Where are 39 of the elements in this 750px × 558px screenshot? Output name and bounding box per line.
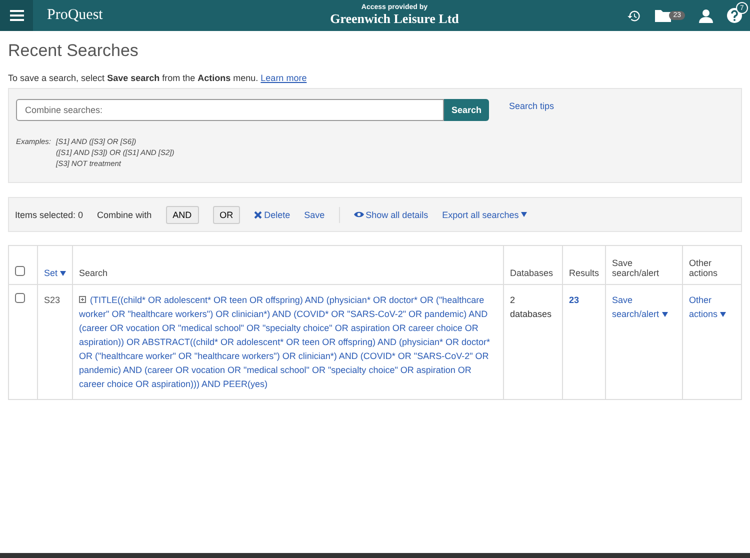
results-link[interactable]: 23 bbox=[568, 295, 579, 305]
learn-more-link[interactable]: Learn more bbox=[260, 73, 307, 83]
export-link[interactable]: Export all searches bbox=[442, 210, 527, 220]
databases-text: 2 databases bbox=[510, 295, 552, 319]
column-header: Results bbox=[568, 268, 599, 278]
checkbox[interactable] bbox=[15, 266, 25, 276]
logo[interactable]: ProQuest bbox=[47, 7, 297, 24]
show-details-link[interactable]: Show all details bbox=[354, 210, 428, 220]
intro-text: To save a search, select Save search from the Actions menu. Learn more bbox=[8, 73, 308, 83]
combine-with-label: Combine with bbox=[97, 210, 152, 220]
column-header: Other actions bbox=[689, 258, 718, 278]
caret-icon bbox=[520, 212, 527, 217]
institution-name: Greenwich Leisure Ltd bbox=[330, 11, 459, 27]
save-link[interactable]: Save bbox=[304, 210, 325, 220]
set-id: S23 bbox=[44, 295, 60, 305]
caret-icon bbox=[662, 312, 668, 317]
eye-icon bbox=[354, 211, 364, 218]
delete-link[interactable]: Delete bbox=[254, 210, 290, 220]
column-header: Save search/alert bbox=[612, 258, 660, 278]
expand-icon[interactable] bbox=[79, 296, 86, 303]
search-button[interactable]: Search bbox=[444, 99, 489, 121]
column-header: Databases bbox=[510, 268, 554, 278]
close-icon bbox=[254, 210, 262, 218]
column-header: Search bbox=[79, 268, 108, 278]
set-sort-link[interactable]: Set bbox=[44, 268, 66, 278]
search-tips-link[interactable]: Search tips bbox=[509, 101, 554, 111]
operator-button[interactable]: OR bbox=[212, 206, 240, 224]
items-selected: Items selected: 0 bbox=[15, 210, 84, 220]
folder-icon[interactable] bbox=[655, 9, 672, 22]
page-title: Recent Searches bbox=[8, 41, 140, 61]
checkbox[interactable] bbox=[15, 293, 25, 303]
operator-button[interactable]: AND bbox=[166, 206, 199, 224]
caret-icon bbox=[60, 270, 66, 276]
other-actions-link[interactable]: Other actions bbox=[689, 293, 735, 321]
combine-searches-field[interactable]: Combine searches: bbox=[16, 99, 444, 121]
menu-icon[interactable] bbox=[0, 0, 33, 31]
history-icon[interactable] bbox=[627, 8, 642, 22]
user-icon[interactable] bbox=[699, 8, 713, 22]
caret-icon bbox=[720, 312, 726, 317]
